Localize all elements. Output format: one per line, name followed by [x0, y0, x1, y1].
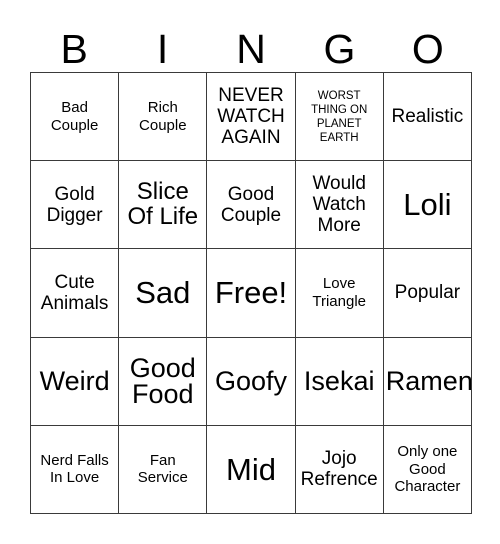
bingo-cell[interactable]: Only one Good Character — [383, 425, 472, 514]
bingo-cell-label: Slice Of Life — [127, 177, 199, 230]
bingo-cell-label: Only one Good Character — [394, 442, 461, 496]
bingo-cell-label: Would Watch More — [312, 172, 366, 237]
bingo-card: B I N G O Bad Couple Rich Couple NEVER WAT… — [0, 0, 500, 544]
header-letter-g: G — [323, 26, 356, 72]
bingo-cell[interactable]: Loli — [383, 161, 472, 250]
bingo-cell-label: NEVER WATCH AGAIN — [217, 84, 285, 149]
bingo-cell[interactable]: Rich Couple — [119, 73, 208, 162]
bingo-cell-label: Good Couple — [220, 183, 282, 226]
bingo-cell-label: Ramen — [385, 365, 472, 396]
bingo-cell[interactable]: Love Triangle — [295, 249, 384, 338]
bingo-cell-label: Good Food — [129, 352, 196, 410]
bingo-cell-label: Nerd Falls In Love — [40, 451, 109, 487]
bingo-cell-label: Gold Digger — [46, 183, 103, 226]
header-letter-b: B — [60, 26, 88, 72]
bingo-cell-label: Loli — [403, 187, 452, 223]
bingo-cell[interactable]: Gold Digger — [31, 161, 120, 250]
bingo-cell[interactable]: Weird — [31, 337, 120, 426]
bingo-cell-label: Jojo Refrence — [300, 448, 378, 491]
bingo-cell[interactable]: Sad — [119, 249, 208, 338]
bingo-cell-label: Weird — [39, 365, 110, 396]
header-letter-o: O — [411, 26, 444, 72]
bingo-cell-free[interactable]: Free! — [207, 249, 296, 338]
bingo-cell[interactable]: Popular — [383, 249, 472, 338]
bingo-cell[interactable]: Goofy — [207, 337, 296, 426]
bingo-cell[interactable]: Ramen — [383, 337, 472, 426]
bingo-cell[interactable]: NEVER WATCH AGAIN — [207, 73, 296, 162]
bingo-cell-label: Sad — [135, 275, 191, 311]
bingo-cell-label: Popular — [394, 282, 461, 304]
bingo-cell-label: Realistic — [391, 105, 464, 127]
bingo-cell[interactable]: Cute Animals — [31, 249, 120, 338]
bingo-cell-label: Free! — [214, 275, 288, 311]
bingo-cell[interactable]: Slice Of Life — [119, 161, 208, 250]
bingo-cell[interactable]: WORST THING ON PLANET EARTH — [295, 73, 384, 162]
bingo-cell[interactable]: Realistic — [383, 73, 472, 162]
bingo-cell[interactable]: Would Watch More — [295, 161, 384, 250]
bingo-cell-label: Cute Animals — [40, 271, 109, 314]
bingo-cell-label: Love Triangle — [312, 275, 367, 310]
bingo-cell[interactable]: Good Food — [119, 337, 208, 426]
bingo-cell[interactable]: Mid — [207, 425, 296, 514]
bingo-cell-label: Mid — [226, 451, 276, 487]
bingo-header-row: B I N G O — [30, 12, 472, 72]
bingo-cell[interactable]: Fan Service — [119, 425, 208, 514]
bingo-cell-label: Goofy — [214, 365, 288, 396]
bingo-cell-label: WORST THING ON PLANET EARTH — [311, 89, 368, 144]
bingo-cell[interactable]: Isekai — [295, 337, 384, 426]
bingo-cell-label: Bad Couple — [50, 98, 99, 134]
header-letter-n: N — [236, 26, 266, 72]
header-letter-i: I — [156, 26, 169, 72]
bingo-cell-label: Fan Service — [137, 451, 188, 487]
bingo-cell[interactable]: Jojo Refrence — [295, 425, 384, 514]
bingo-cell-label: Isekai — [303, 365, 375, 396]
bingo-cell-label: Rich Couple — [139, 98, 187, 134]
bingo-cell[interactable]: Nerd Falls In Love — [31, 425, 120, 514]
bingo-grid: Bad Couple Rich Couple NEVER WATCH AGAIN WO… — [30, 72, 472, 514]
bingo-cell[interactable]: Good Couple — [207, 161, 296, 250]
bingo-cell[interactable]: Bad Couple — [31, 73, 120, 162]
